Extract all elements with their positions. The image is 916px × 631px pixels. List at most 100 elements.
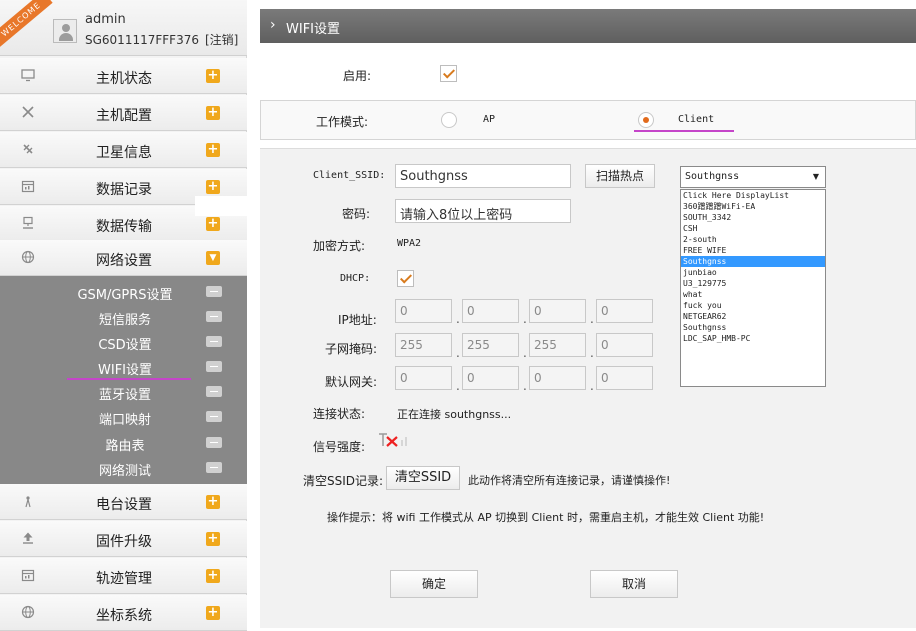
ssid-dropdown-list: Click Here DisplayList 360蹭蹭蹭WiFi-EA SOU… [680,189,826,387]
ssid-input[interactable]: Southgnss [395,164,571,188]
mode-client-radio[interactable] [638,112,654,128]
expand-icon[interactable]: + [206,180,220,194]
ssid-select[interactable]: Southgnss ▼ [680,166,826,188]
expand-icon[interactable]: + [206,532,220,546]
collapse-icon[interactable] [206,462,222,473]
client-settings-panel: Client_SSID: Southgnss 扫描热点 Southgnss ▼ … [260,148,916,628]
ssid-option[interactable]: U3_129775 [681,278,825,289]
ssid-option[interactable]: FREE WIFE [681,245,825,256]
collapse-icon[interactable] [206,311,222,322]
dhcp-label: DHCP: [340,273,371,284]
mask-octet-1[interactable]: 255 [395,333,452,357]
status-label: 连接状态: [313,407,366,421]
ssid-option[interactable]: CSH [681,223,825,234]
expand-icon[interactable]: + [206,569,220,583]
globe-icon [20,250,36,266]
device-id: SG6011117FFF376 [85,33,199,47]
mask-octet-2[interactable]: 255 [462,333,519,357]
ssid-option[interactable]: Click Here DisplayList [681,190,825,201]
ip-octet-3[interactable]: 0 [529,299,586,323]
submenu-item-bluetooth[interactable]: 蓝牙设置 [0,380,247,403]
confirm-button[interactable]: 确定 [390,570,478,598]
menu-item-track-management[interactable]: 轨迹管理 + [0,558,247,594]
submenu-item-wifi[interactable]: WIFI设置 [0,355,247,378]
expand-icon[interactable]: + [206,69,220,83]
user-info: WELCOME admin SG6011117FFF376 [注销] [0,0,247,56]
ssid-option[interactable]: LDC_SAP_HMB-PC [681,333,825,344]
logout-link[interactable]: [注销] [205,33,238,47]
collapse-icon[interactable] [206,361,222,372]
submenu-item-gsm-gprs[interactable]: GSM/GPRS设置 [0,280,247,303]
mask-octet-3[interactable]: 255 [529,333,586,357]
expand-icon[interactable]: + [206,143,220,157]
gateway-octet-2[interactable]: 0 [462,366,519,390]
mask-octet-4[interactable]: 0 [596,333,653,357]
menu-label: 数据传输 [96,219,152,235]
menu-item-network-settings[interactable]: 网络设置 ▼ [0,240,247,276]
submenu-item-sms[interactable]: 短信服务 [0,305,247,328]
ip-dot: . [590,312,594,326]
mask-label: 子网掩码: [325,342,378,356]
clear-warning: 此动作将清空所有连接记录，请谨慎操作! [468,474,671,487]
enable-checkbox[interactable] [440,65,457,82]
collapse-icon[interactable] [206,437,222,448]
ssid-option[interactable]: 360蹭蹭蹭WiFi-EA [681,201,825,212]
mode-ap-radio[interactable] [441,112,457,128]
menu-item-satellite-info[interactable]: 卫星信息 + [0,132,247,168]
submenu-item-port-mapping[interactable]: 端口映射 [0,405,247,428]
ssid-option[interactable]: NETGEAR62 [681,311,825,322]
ssid-option[interactable]: Southgnss [681,322,825,333]
scan-hotspot-button[interactable]: 扫描热点 [585,164,655,188]
gateway-octet-1[interactable]: 0 [395,366,452,390]
password-label: 密码: [342,207,371,221]
collapse-icon[interactable]: ▼ [206,251,220,265]
menu-label: 网络设置 [96,253,152,269]
expand-icon[interactable]: + [206,217,220,231]
ip-octet-1[interactable]: 0 [395,299,452,323]
network-icon [20,216,36,232]
ssid-option[interactable]: fuck you [681,300,825,311]
ssid-option[interactable]: 2-south [681,234,825,245]
gateway-octet-4[interactable]: 0 [596,366,653,390]
menu-label: 固件升级 [96,534,152,550]
ip-dot: . [456,312,460,326]
mode-panel: 工作模式: AP Client [260,100,916,140]
username: admin [85,12,126,27]
calendar-icon [20,568,36,584]
menu-item-coordinate-system[interactable]: 坐标系统 + [0,595,247,631]
menu-item-radio-settings[interactable]: 电台设置 + [0,484,247,520]
expand-icon[interactable]: + [206,495,220,509]
expand-icon[interactable]: + [206,606,220,620]
operation-hint: 操作提示：将 wifi 工作模式从 AP 切换到 Client 时，需重启主机，… [327,511,765,524]
collapse-icon[interactable] [206,386,222,397]
ssid-option[interactable]: SOUTH_3342 [681,212,825,223]
ip-dot: . [456,379,460,393]
menu-item-firmware-upgrade[interactable]: 固件升级 + [0,521,247,557]
globe-icon [20,605,36,621]
ssid-option[interactable]: junbiao [681,267,825,278]
submenu-item-csd[interactable]: CSD设置 [0,330,247,353]
ssid-option-selected[interactable]: Southgnss [681,256,825,267]
gateway-octet-3[interactable]: 0 [529,366,586,390]
menu-item-host-status[interactable]: 主机状态 + [0,58,247,94]
submenu-item-network-test[interactable]: 网络测试 [0,456,247,479]
enable-label: 启用: [343,69,372,83]
collapse-icon[interactable] [206,336,222,347]
submenu-item-routing-table[interactable]: 路由表 [0,431,247,454]
signal-strength-icon [379,433,407,447]
ip-octet-2[interactable]: 0 [462,299,519,323]
ip-dot: . [523,312,527,326]
password-input[interactable]: 请输入8位以上密码 [395,199,571,223]
expand-icon[interactable]: + [206,106,220,120]
ip-octet-4[interactable]: 0 [596,299,653,323]
menu-item-host-config[interactable]: 主机配置 + [0,95,247,131]
cancel-button[interactable]: 取消 [590,570,678,598]
ssid-option[interactable]: what [681,289,825,300]
menu-label: 数据记录 [96,182,152,198]
collapse-icon[interactable] [206,411,222,422]
satellite-icon [20,142,36,158]
collapse-icon[interactable] [206,286,222,297]
main-content: › WIFI设置 启用: 工作模式: AP Client Client_SSID… [260,0,916,628]
clear-ssid-button[interactable]: 清空SSID [386,466,460,490]
dhcp-checkbox[interactable] [397,270,414,287]
